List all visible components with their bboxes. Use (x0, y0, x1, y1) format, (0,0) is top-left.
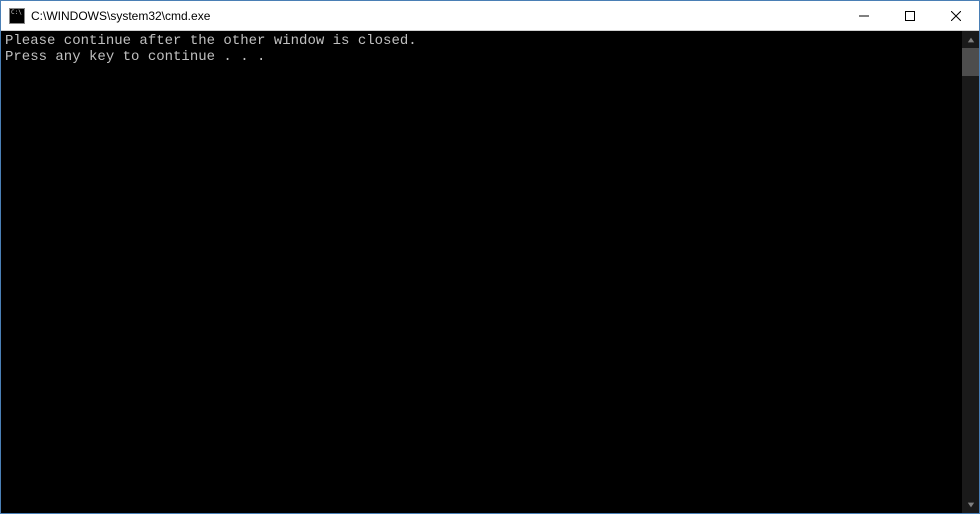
scroll-track[interactable] (962, 48, 979, 496)
titlebar[interactable]: C:\WINDOWS\system32\cmd.exe (1, 1, 979, 31)
close-button[interactable] (933, 1, 979, 30)
minimize-button[interactable] (841, 1, 887, 30)
terminal-line: Press any key to continue . . . (5, 49, 265, 65)
scroll-up-icon[interactable] (962, 31, 979, 48)
window-controls (841, 1, 979, 30)
maximize-button[interactable] (887, 1, 933, 30)
window-title: C:\WINDOWS\system32\cmd.exe (31, 9, 210, 23)
terminal-content[interactable]: Please continue after the other window i… (1, 31, 962, 513)
terminal-line: Please continue after the other window i… (5, 33, 417, 49)
vertical-scrollbar[interactable] (962, 31, 979, 513)
scroll-down-icon[interactable] (962, 496, 979, 513)
cmd-icon (9, 8, 25, 24)
terminal-body: Please continue after the other window i… (1, 31, 979, 513)
cmd-window: C:\WINDOWS\system32\cmd.exe Please conti… (0, 0, 980, 514)
scroll-thumb[interactable] (962, 48, 979, 76)
